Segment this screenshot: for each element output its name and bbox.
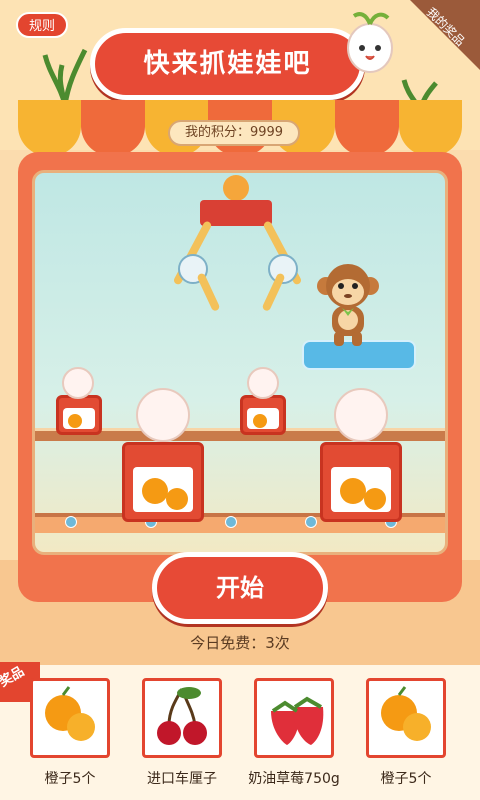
orange-icon (364, 488, 386, 510)
claw-knob-icon (223, 175, 249, 201)
my-prizes-corner[interactable]: 我的奖品 (410, 0, 480, 70)
awning-scallop (81, 100, 145, 156)
orange-icon (142, 478, 168, 504)
orange-icon (166, 488, 188, 510)
belt-bolt (65, 516, 77, 528)
prize-card[interactable] (142, 678, 222, 758)
prize-label: 橙子5个 (380, 771, 432, 787)
prize-label: 奶油草莓750g (248, 771, 340, 787)
orange-icon (340, 478, 366, 504)
prize-card[interactable] (254, 678, 334, 758)
free-plays-text: 今日免费：3次 (190, 634, 290, 652)
rules-button[interactable]: 规则 (16, 12, 68, 38)
orange-icon (68, 414, 82, 428)
belt-bolt (225, 516, 237, 528)
page-title: 快来抓娃娃吧 (143, 49, 312, 79)
title-banner: 快来抓娃娃吧 (90, 28, 365, 100)
awning-scallop (335, 100, 399, 156)
prize-card[interactable] (30, 678, 110, 758)
onion-toy-icon (334, 388, 388, 442)
strawberry-icon (271, 696, 324, 745)
monkey-toy-icon (317, 264, 379, 346)
prize-label: 进口车厘子 (147, 771, 217, 787)
awning-scallop (18, 100, 82, 156)
onion-toy-icon (136, 388, 190, 442)
start-button[interactable]: 开始 (152, 552, 328, 624)
onion-mascot-icon (347, 12, 393, 73)
orange-icon (253, 414, 267, 428)
prize-card[interactable] (366, 678, 446, 758)
orange-icon (381, 686, 431, 741)
onion-toy-icon (247, 367, 279, 399)
cherry-icon (157, 687, 207, 745)
prize-label: 橙子5个 (44, 771, 96, 787)
belt-bolt (305, 516, 317, 528)
plant-left-icon (42, 48, 88, 105)
onion-toy-icon (62, 367, 94, 399)
claw-head (200, 200, 272, 226)
prize-tag-label: 奖品 (0, 664, 28, 691)
orange-icon (45, 686, 95, 741)
awning-scallop (398, 100, 462, 156)
start-button-label: 开始 (216, 574, 264, 602)
score-display: 我的积分：9999 (168, 120, 300, 146)
